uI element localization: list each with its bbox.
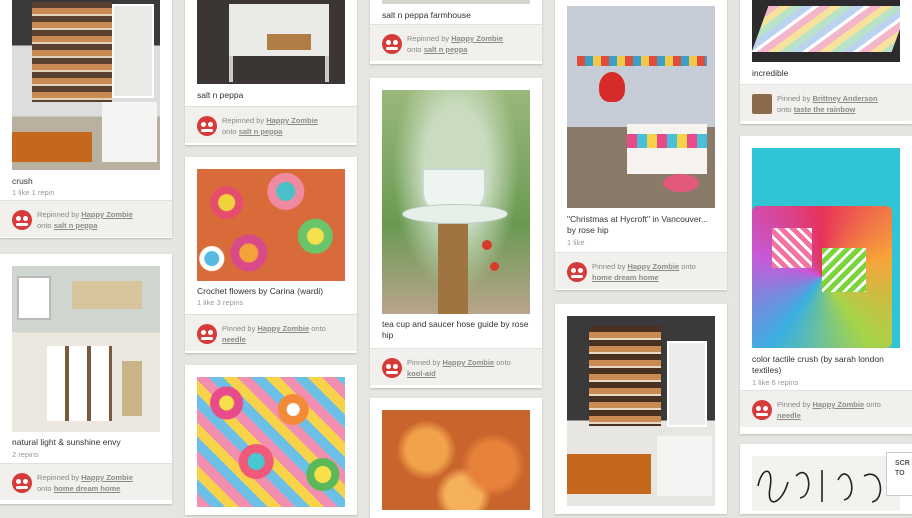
pin-attribution: Repinned by Happy Zombie onto salt n pepp… bbox=[185, 106, 357, 143]
avatar[interactable] bbox=[197, 116, 217, 136]
pin-attribution: Pinned by Brittney Anderson onto taste th… bbox=[740, 84, 912, 121]
pin-card-library bbox=[555, 304, 727, 514]
user-link[interactable]: Happy Zombie bbox=[81, 210, 133, 219]
avatar[interactable] bbox=[197, 324, 217, 344]
pin-card-tactile-crush: color tactile crush (by sarah london tex… bbox=[740, 136, 912, 434]
board-link[interactable]: salt n peppa bbox=[239, 127, 283, 136]
pin-image-library-room[interactable] bbox=[567, 316, 715, 506]
pin-attribution: Pinned by Happy Zombie onto kool-aid bbox=[370, 348, 542, 385]
board-link[interactable]: kool-aid bbox=[407, 369, 436, 378]
board-link[interactable]: salt n peppa bbox=[54, 221, 98, 230]
pin-card-granny-squares bbox=[185, 365, 357, 515]
pin-image-crochet-flowers[interactable] bbox=[197, 169, 345, 281]
avatar[interactable] bbox=[382, 358, 402, 378]
pin-description: natural light & sunshine envy bbox=[12, 437, 121, 447]
pin-attribution: Pinned by Happy Zombie onto needle bbox=[185, 314, 357, 351]
pin-description: tea cup and saucer hose guide by rose hi… bbox=[382, 319, 529, 340]
pin-image-calligraphy[interactable] bbox=[752, 456, 900, 511]
pin-image-kitchen-cart[interactable] bbox=[197, 0, 345, 84]
pin-image-farmhouse[interactable] bbox=[382, 0, 530, 4]
avatar[interactable] bbox=[752, 400, 772, 420]
pin-description: "Christmas at Hycroft" in Vancouver... b… bbox=[567, 214, 708, 235]
board-link[interactable]: needle bbox=[777, 411, 801, 420]
user-link[interactable]: Happy Zombie bbox=[627, 262, 679, 271]
avatar[interactable] bbox=[12, 210, 32, 230]
user-link[interactable]: Happy Zombie bbox=[812, 400, 864, 409]
pin-image-granny-squares[interactable] bbox=[197, 377, 345, 507]
pin-stats: 1 like 1 repin bbox=[12, 188, 55, 197]
pin-image-rainbow-cake[interactable] bbox=[752, 0, 900, 62]
pin-card-teacup: tea cup and saucer hose guide by rose hi… bbox=[370, 78, 542, 388]
pin-card-incredible: incredible Pinned by Brittney Anderson on… bbox=[740, 0, 912, 124]
pin-description: crush bbox=[12, 176, 33, 186]
pin-attribution: Pinned by Happy Zombie onto needle bbox=[740, 390, 912, 427]
board-link[interactable]: home dream home bbox=[592, 273, 659, 282]
pin-stats: 1 like bbox=[567, 238, 585, 247]
pin-description: salt n peppa bbox=[197, 90, 244, 100]
pin-card-salt-n-peppa: salt n peppa Repinned by Happy Zombie ont… bbox=[185, 0, 357, 145]
pin-image-tactile-pillow[interactable] bbox=[752, 148, 900, 348]
pin-card-crush: crush 1 like 1 repin Repinned by Happy Z… bbox=[0, 0, 172, 238]
pin-image-bookshelf-room[interactable] bbox=[12, 0, 160, 170]
pin-stats: 2 repins bbox=[12, 450, 39, 459]
pin-attribution: Repinned by Happy Zombie onto salt n pepp… bbox=[0, 200, 172, 237]
board-link[interactable]: needle bbox=[222, 335, 246, 344]
pin-card-crochet-flowers: Crochet flowers by Carina (wardi) 1 like… bbox=[185, 157, 357, 353]
pin-image-orange-flowers[interactable] bbox=[382, 410, 530, 510]
pin-stats: 1 like 3 repins bbox=[197, 298, 244, 307]
pin-card-farmhouse: salt n peppa farmhouse Repinned by Happy… bbox=[370, 0, 542, 64]
pin-image-teacup[interactable] bbox=[382, 90, 530, 314]
avatar[interactable] bbox=[12, 473, 32, 493]
board-link[interactable]: taste the rainbow bbox=[794, 105, 856, 114]
user-link[interactable]: Happy Zombie bbox=[451, 34, 503, 43]
pin-attribution: Pinned by Happy Zombie onto home dream ho… bbox=[555, 252, 727, 289]
avatar[interactable] bbox=[752, 94, 772, 114]
board-link[interactable]: home dream home bbox=[54, 484, 121, 493]
pin-description: color tactile crush (by sarah london tex… bbox=[752, 354, 884, 375]
pin-image-bedroom[interactable] bbox=[567, 6, 715, 208]
pin-attribution: Repinned by Happy Zombie onto salt n pepp… bbox=[370, 24, 542, 61]
user-link[interactable]: Happy Zombie bbox=[442, 358, 494, 367]
pin-image-craft-room[interactable] bbox=[12, 266, 160, 432]
calligraphy-swash-icon bbox=[757, 470, 882, 503]
user-link[interactable]: Happy Zombie bbox=[81, 473, 133, 482]
user-link[interactable]: Happy Zombie bbox=[266, 116, 318, 125]
user-link[interactable]: Brittney Anderson bbox=[812, 94, 877, 103]
user-link[interactable]: Happy Zombie bbox=[257, 324, 309, 333]
avatar[interactable] bbox=[567, 262, 587, 282]
pin-stats: 1 like 6 repins bbox=[752, 378, 799, 387]
avatar[interactable] bbox=[382, 34, 402, 54]
pin-card-christmas-hycroft: "Christmas at Hycroft" in Vancouver... b… bbox=[555, 0, 727, 290]
pin-description: salt n peppa farmhouse bbox=[382, 10, 471, 20]
pin-attribution: Repinned by Happy Zombie onto home dream … bbox=[0, 463, 172, 500]
pin-card-orange-flowers bbox=[370, 398, 542, 518]
pin-description: incredible bbox=[752, 68, 789, 78]
pin-description: Crochet flowers by Carina (wardi) bbox=[197, 286, 324, 296]
board-link[interactable]: salt n peppa bbox=[424, 45, 468, 54]
pin-card-natural-light: natural light & sunshine envy 2 repins R… bbox=[0, 254, 172, 504]
scroll-to-top-button[interactable]: SCR TO bbox=[886, 452, 912, 496]
